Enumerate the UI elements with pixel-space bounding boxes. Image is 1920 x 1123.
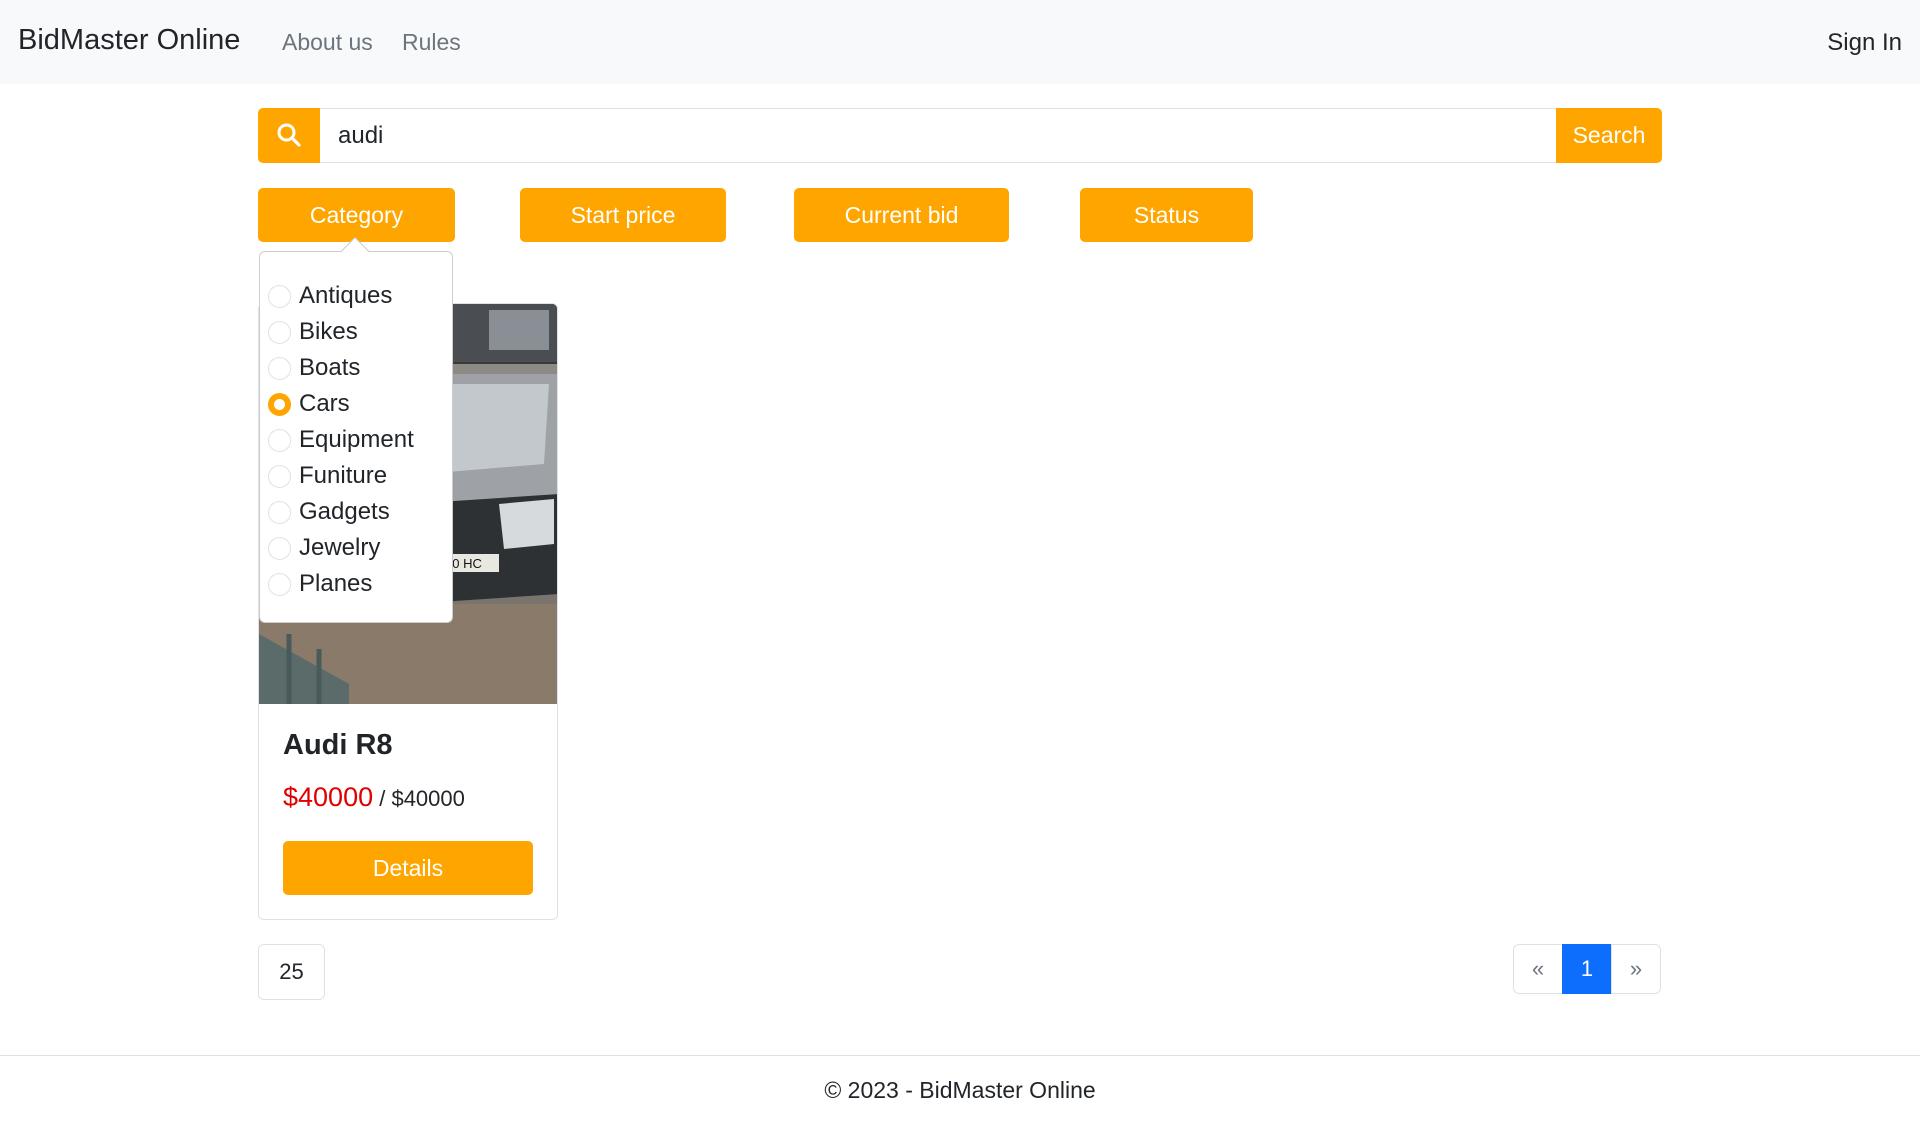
- pagination-prev-button[interactable]: «: [1513, 944, 1563, 994]
- category-option-planes[interactable]: Planes: [268, 566, 448, 602]
- category-option-jewelry[interactable]: Jewelry: [268, 530, 448, 566]
- current-bid-filter-button[interactable]: Current bid: [794, 188, 1009, 242]
- radio-button[interactable]: [268, 501, 291, 524]
- search-input[interactable]: [320, 108, 1556, 163]
- category-option-label: Boats: [299, 354, 361, 381]
- navbar: BidMaster Online About us Rules Sign In: [0, 0, 1920, 84]
- nav-link-about-us[interactable]: About us: [282, 29, 373, 56]
- current-bid-value: $40000: [283, 782, 374, 812]
- radio-button-checked[interactable]: [268, 393, 291, 416]
- price-separator: /: [373, 786, 392, 811]
- radio-button[interactable]: [268, 573, 291, 596]
- radio-button[interactable]: [268, 357, 291, 380]
- category-option-label: Funiture: [299, 462, 388, 489]
- sign-in-link[interactable]: Sign In: [1827, 29, 1902, 57]
- category-option-equipment[interactable]: Equipment: [268, 422, 448, 458]
- radio-button[interactable]: [268, 429, 291, 452]
- search-button[interactable]: Search: [1556, 108, 1662, 163]
- category-option-label: Planes: [299, 570, 373, 597]
- category-option-gadgets[interactable]: Gadgets: [268, 494, 448, 530]
- search-icon: [277, 123, 301, 147]
- radio-button[interactable]: [268, 465, 291, 488]
- radio-button[interactable]: [268, 285, 291, 308]
- category-dropdown: Antiques Bikes Boats Cars Equipment Funi…: [259, 251, 453, 623]
- category-option-label: Jewelry: [299, 534, 381, 561]
- brand-link[interactable]: BidMaster Online: [18, 24, 240, 57]
- search-bar: Search: [258, 108, 1662, 163]
- footer-copyright: © 2023 - BidMaster Online: [824, 1077, 1096, 1103]
- pagination-page-1[interactable]: 1: [1562, 944, 1612, 994]
- category-option-label: Bikes: [299, 318, 358, 345]
- pagination-next-button[interactable]: »: [1611, 944, 1661, 994]
- radio-button[interactable]: [268, 537, 291, 560]
- category-option-funiture[interactable]: Funiture: [268, 458, 448, 494]
- category-option-cars[interactable]: Cars: [268, 386, 448, 422]
- page-size-select[interactable]: 25: [258, 944, 325, 1000]
- footer-divider: [0, 1055, 1920, 1056]
- status-filter-button[interactable]: Status: [1080, 188, 1253, 242]
- search-icon-box: [258, 108, 320, 163]
- category-option-label: Cars: [299, 390, 350, 417]
- details-button[interactable]: Details: [283, 841, 533, 895]
- listing-title: Audi R8: [283, 729, 393, 761]
- nav-link-rules[interactable]: Rules: [402, 29, 461, 56]
- category-filter-button[interactable]: Category: [258, 188, 455, 242]
- category-option-label: Gadgets: [299, 498, 390, 525]
- category-option-bikes[interactable]: Bikes: [268, 314, 448, 350]
- category-option-antiques[interactable]: Antiques: [268, 278, 448, 314]
- start-price-filter-button[interactable]: Start price: [520, 188, 726, 242]
- radio-button[interactable]: [268, 321, 291, 344]
- price-row: $40000 / $40000: [283, 782, 465, 813]
- start-price-value: $40000: [391, 786, 465, 811]
- category-option-label: Equipment: [299, 426, 414, 453]
- category-option-boats[interactable]: Boats: [268, 350, 448, 386]
- category-option-label: Antiques: [299, 282, 393, 309]
